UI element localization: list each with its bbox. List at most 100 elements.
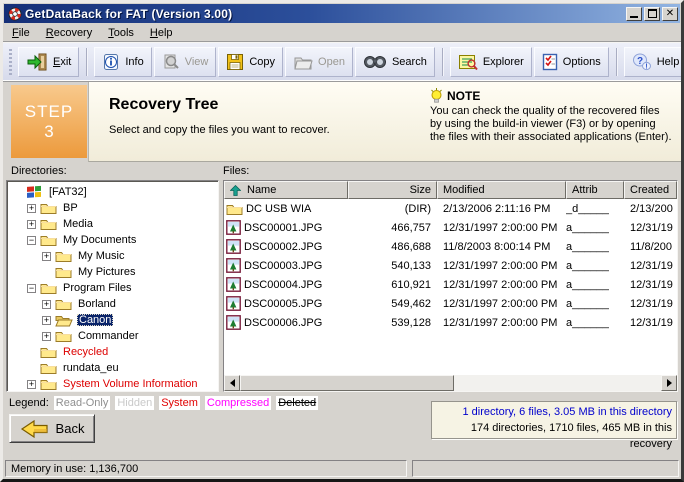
legend-item-deleted: Deleted: [276, 396, 318, 410]
tree-item-label: My Documents: [61, 234, 138, 246]
open-label: Open: [318, 56, 345, 68]
tree-item-canon[interactable]: + Canon: [9, 312, 218, 328]
tree-item-label: Commander: [76, 330, 141, 342]
menu-bar: FileRecoveryToolsHelp: [3, 24, 681, 43]
back-button[interactable]: Back: [9, 414, 95, 443]
expand-plus-toggle[interactable]: +: [42, 332, 51, 341]
tree-item-system-volume-information[interactable]: +System Volume Information: [9, 376, 218, 392]
help-button[interactable]: ? ! Help: [624, 47, 684, 77]
lightbulb-icon: [430, 88, 443, 103]
expand-plus-toggle[interactable]: +: [27, 204, 36, 213]
tree-item-label: Media: [61, 218, 95, 230]
expand-plus-toggle[interactable]: +: [42, 300, 51, 309]
close-button[interactable]: ✕: [662, 7, 678, 21]
folder-icon: [55, 329, 72, 343]
folder-icon: [55, 265, 72, 279]
menu-item-file[interactable]: File: [4, 25, 38, 41]
search-button[interactable]: Search: [355, 47, 435, 77]
tree-item-label: Canon: [77, 314, 113, 326]
file-row-dsc00006-jpg[interactable]: DSC00006.JPG 539,12812/31/1997 2:00:00 PM…: [224, 313, 677, 332]
menu-item-tools[interactable]: Tools: [100, 25, 142, 41]
page-title: Recovery Tree: [109, 96, 218, 114]
file-modified-cell: 12/31/1997 2:00:00 PM: [437, 317, 566, 329]
status-panel-empty: [412, 460, 679, 477]
tree-item-recycled[interactable]: Recycled: [9, 344, 218, 360]
file-created-cell: 12/31/19: [624, 317, 677, 329]
step-indicator: STEP 3: [11, 85, 87, 158]
view-button[interactable]: View: [154, 47, 217, 77]
explorer-button[interactable]: Explorer: [450, 47, 532, 77]
file-row-dsc00005-jpg[interactable]: DSC00005.JPG549,46212/31/1997 2:00:00 PM…: [224, 294, 677, 313]
directory-tree: [FAT32] + BP + Media − My Documents +My MusicMy…: [6, 180, 219, 392]
tree-item-commander[interactable]: + Commander: [9, 328, 218, 344]
column-label-attrib: Attrib: [572, 184, 598, 196]
info-icon: [102, 53, 120, 71]
info-button[interactable]: Info: [94, 47, 151, 77]
tree-item-label: BP: [61, 202, 80, 214]
collapse-minus-toggle[interactable]: −: [27, 236, 36, 245]
file-size-cell: 539,128: [348, 317, 437, 329]
folder-icon: [40, 217, 57, 231]
file-row-dsc00004-jpg[interactable]: DSC00004.JPG610,92112/31/1997 2:00:00 PM…: [224, 275, 677, 294]
tree-item-my-music[interactable]: +My Music: [9, 248, 218, 264]
file-row-dsc00002-jpg[interactable]: DSC00002.JPG486,68811/8/2003 8:00:14 PMa…: [224, 237, 677, 256]
tree-item-rundata-eu[interactable]: rundata_eu: [9, 360, 218, 376]
tree-item-borland[interactable]: +Borland: [9, 296, 218, 312]
tree-item-bp[interactable]: + BP: [9, 200, 218, 216]
expand-plus-toggle[interactable]: +: [27, 380, 36, 389]
tree-item-media[interactable]: + Media: [9, 216, 218, 232]
scroll-right-button[interactable]: [661, 375, 677, 391]
file-size-cell: (DIR): [348, 203, 437, 215]
window-title: GetDataBack for FAT (Version 3.00): [25, 7, 624, 21]
minimize-button[interactable]: [626, 7, 642, 21]
scrollbar-track[interactable]: [454, 375, 661, 391]
menu-item-recovery[interactable]: Recovery: [38, 25, 100, 41]
file-row-dc-usb-wia[interactable]: DC USB WIA(DIR)2/13/2006 2:11:16 PM_d___…: [224, 199, 677, 218]
column-header-name[interactable]: Name: [224, 181, 348, 199]
file-modified-cell: 12/31/1997 2:00:00 PM: [437, 298, 566, 310]
legend-item-hidden: Hidden: [115, 396, 154, 410]
column-header-modified[interactable]: Modified: [437, 181, 566, 199]
tree-item-program-files[interactable]: −Program Files: [9, 280, 218, 296]
tree-item--fat32-[interactable]: [FAT32]: [9, 184, 218, 200]
status-bar: Memory in use: 1,136,700: [3, 459, 681, 479]
file-name-cell: DSC00001.JPG: [224, 220, 348, 235]
maximize-button[interactable]: [644, 7, 660, 21]
scroll-left-button[interactable]: [224, 375, 240, 391]
exit-button[interactable]: Exit: [18, 47, 79, 77]
file-row-dsc00001-jpg[interactable]: DSC00001.JPG466,75712/31/1997 2:00:00 PM…: [224, 218, 677, 237]
file-size-cell: 466,757: [348, 222, 437, 234]
scrollbar-thumb[interactable]: [240, 375, 454, 391]
toolbar-grip-handle[interactable]: [9, 49, 12, 75]
column-label-modified: Modified: [443, 184, 485, 196]
tree-item-my-documents[interactable]: − My Documents: [9, 232, 218, 248]
file-row-dsc00003-jpg[interactable]: DSC00003.JPG540,13312/31/1997 2:00:00 PM…: [224, 256, 677, 275]
expand-plus-toggle[interactable]: +: [27, 220, 36, 229]
expand-plus-toggle[interactable]: +: [42, 316, 51, 325]
menu-item-help[interactable]: Help: [142, 25, 181, 41]
tree-item-my-pictures[interactable]: My Pictures: [9, 264, 218, 280]
image-file-icon: [226, 220, 241, 235]
view-label: View: [185, 56, 209, 68]
step-word: STEP: [25, 102, 73, 122]
title-bar: GetDataBack for FAT (Version 3.00) ✕: [4, 4, 680, 23]
app-window: GetDataBack for FAT (Version 3.00) ✕ Fil…: [0, 0, 684, 482]
copy-button[interactable]: Copy: [218, 47, 283, 77]
column-header-created[interactable]: Created: [624, 181, 677, 199]
options-button[interactable]: Options: [534, 47, 609, 77]
file-attrib-cell: a______: [566, 241, 624, 253]
file-created-cell: 2/13/200: [624, 203, 677, 215]
horizontal-scrollbar[interactable]: [224, 375, 677, 391]
image-file-icon: [226, 239, 241, 254]
sort-ascending-icon: [230, 185, 241, 196]
help-label: Help: [657, 56, 680, 68]
expand-plus-toggle[interactable]: +: [42, 252, 51, 261]
open-button[interactable]: Open: [285, 47, 353, 77]
help-question-icon: ? !: [632, 53, 652, 71]
column-header-size[interactable]: Size: [348, 181, 437, 199]
file-name-text: DSC00006.JPG: [244, 317, 322, 329]
collapse-minus-toggle[interactable]: −: [27, 284, 36, 293]
folder-icon: [40, 281, 57, 295]
image-file-icon: [226, 296, 241, 311]
column-header-attrib[interactable]: Attrib: [566, 181, 624, 199]
